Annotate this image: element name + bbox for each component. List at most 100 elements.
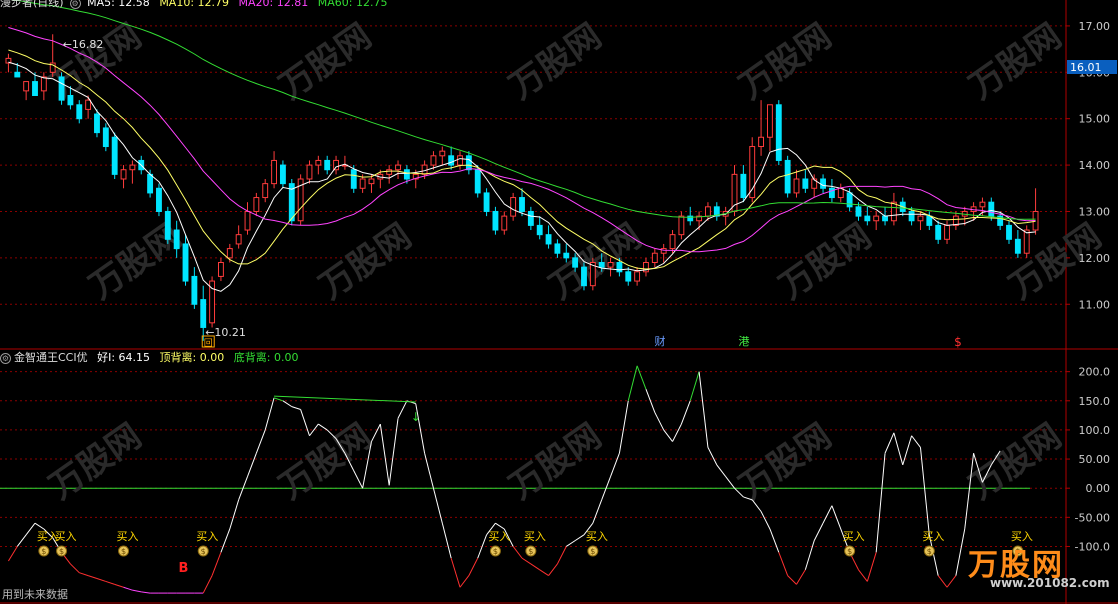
candle-down [191,275,198,305]
watermark-text: 万股网 [542,216,648,307]
cci-segment [105,580,115,585]
cci-tick-label: 200.0 [1079,366,1111,379]
cci-segment [946,575,957,588]
candle-up [368,178,375,185]
candle-up [607,262,614,268]
buy-label: 买入 [922,530,944,543]
settings-icon[interactable]: ⚙ [69,0,81,9]
watermark-url: www.201082.com [990,576,1110,590]
grid-lines [0,0,1118,604]
candle-up [244,210,251,231]
sell-arrow-icon: ↓ [411,410,421,424]
candle-down [802,178,809,189]
stock-title[interactable]: 漫步者(日线) [0,0,64,9]
candle-up [218,262,224,277]
gang-icon: 港 [739,335,750,348]
cci-segment [388,418,399,486]
candle-up [439,150,446,157]
candle-up [837,187,844,199]
candle-down [76,104,83,120]
candle-down [527,210,534,226]
cci-segment [530,563,540,571]
candle-down [279,164,286,185]
cci-segment [680,400,691,425]
cci-segment [202,575,213,594]
candle-down [474,169,481,194]
price-tick-label: 11.00 [1079,298,1111,311]
buy-label: 买入 [196,530,218,543]
cci-segment [964,453,975,530]
cci-segment [70,563,80,574]
candle-up [660,248,667,254]
candle-up [873,215,880,222]
price-tick-label: 13.00 [1079,205,1111,218]
cci-segment [397,400,408,419]
watermark-text: 万股网 [82,216,188,307]
money-bag-dollar: $ [528,547,533,556]
cci-segment [698,371,709,448]
cci-segment [548,563,558,576]
candle-up [271,159,278,185]
candle-up [944,224,950,240]
current-price-label: 16.01 [1070,61,1102,74]
candle-up [979,201,986,208]
buy-label: 买入 [55,530,77,543]
main-chart-header: 漫步者(日线) ⚙ MA5: 12.58 MA10: 12.79 MA20: 12… [0,0,393,10]
cci-segment [16,534,27,547]
cci-segment [804,540,815,570]
cci-segment [8,546,18,562]
cci-segment [521,557,532,565]
candle-down [554,243,561,254]
candle-up [359,178,366,189]
dollar-icon: $ [954,335,962,349]
indicator-title[interactable]: 金智通王CCI优 [14,351,88,364]
cci-segment [769,528,780,553]
watermark-text: 万股网 [502,16,608,107]
ma5-value: MA5: 12.58 [87,0,150,9]
candle-down [926,215,933,226]
candle-down [572,257,579,268]
candle-up [386,169,393,175]
candle-down [111,136,118,175]
candle-up [1023,229,1030,254]
high-price-label: ←16.82 [63,38,104,51]
cci-segment [123,586,133,591]
cci-tick-label: 50.00 [1079,453,1111,466]
candle-down [908,210,915,222]
candle-up [678,215,685,236]
cci-segment [282,400,293,408]
candle-down [988,201,995,217]
candle-down [519,197,525,212]
cci-segment [318,423,328,431]
candle-down [740,173,747,199]
candle-down [536,224,543,236]
cci-segment [919,447,930,535]
cci-segment [911,435,921,448]
candle-down [784,159,791,194]
candle-up [501,215,508,231]
cci-segment [831,505,842,530]
cci-segment [796,569,806,585]
indicator-header: ⚙ 金智通王CCI优 好I: 64.15 顶背离: 0.00 底背离: 0.00 [0,351,304,365]
settings-icon[interactable]: ⚙ [0,353,11,364]
candle-down [864,215,871,222]
candle-down [173,229,180,250]
cci-segment [459,575,470,588]
candle-up [253,197,260,212]
cci-segment [618,400,629,454]
candle-up [705,206,711,217]
candle-up [85,99,92,110]
cci-segment [539,569,549,577]
candle-down [58,76,65,101]
cci-tick-label: 100.0 [1079,424,1111,437]
chart-canvas: 万股网 万股网 万股网 万股网 万股网万股网 万股网 万股网 万股网 万股网万股网 万股网 万股网万… [0,0,1118,604]
cci-segment [353,470,364,489]
bottom-divergence-value: 底背离: 0.00 [233,351,299,364]
candle-up [333,159,339,171]
money-bag-dollar: $ [493,547,498,556]
candle-down [545,234,552,245]
candle-down [846,192,853,208]
cci-segment [937,575,948,588]
buy-label: 买入 [488,530,510,543]
candle-down [403,169,410,180]
